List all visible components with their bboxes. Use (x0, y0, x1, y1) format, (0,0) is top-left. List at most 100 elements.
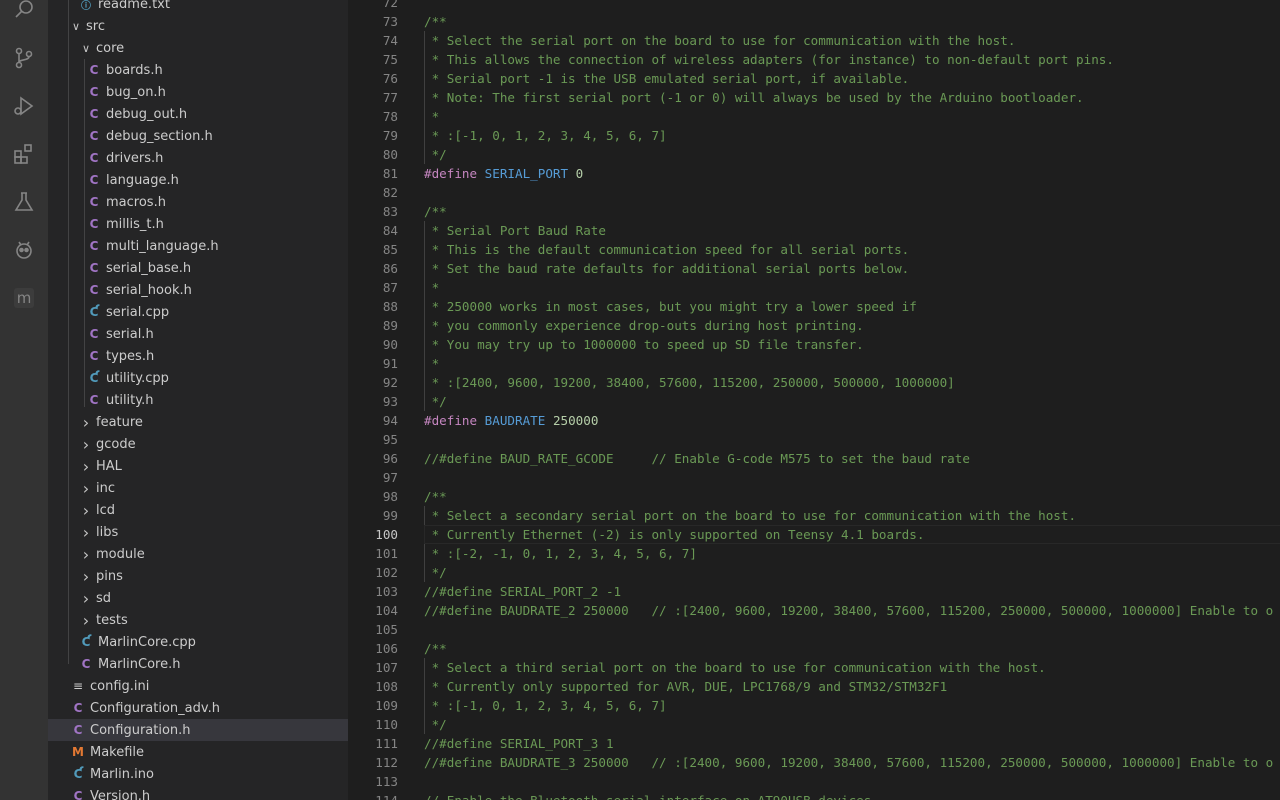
explorer-folder[interactable]: ∨ core (48, 37, 348, 59)
code-line[interactable]: 91 * (348, 354, 1280, 373)
explorer-file[interactable]: Ƈutility.cpp (48, 367, 348, 389)
explorer-file[interactable]: C Configuration.h (48, 719, 348, 741)
explorer-file[interactable]: Ƈserial.cpp (48, 301, 348, 323)
code-line[interactable]: 104 //#define BAUDRATE_2 250000 // :[2400… (348, 601, 1280, 620)
search-icon[interactable] (0, 0, 48, 34)
code-line[interactable]: 72 (348, 0, 1280, 12)
code-line[interactable]: 92 * :[2400, 9600, 19200, 38400, 57600, … (348, 373, 1280, 392)
code-line[interactable]: 106 /** (348, 639, 1280, 658)
code-line[interactable]: 103 //#define SERIAL_PORT_2 -1 (348, 582, 1280, 601)
explorer-file[interactable]: Cdebug_section.h (48, 125, 348, 147)
code-line[interactable]: 90 * You may try up to 1000000 to speed … (348, 335, 1280, 354)
code-line[interactable]: 99 * Select a secondary serial port on t… (348, 506, 1280, 525)
explorer-file[interactable]: Clanguage.h (48, 169, 348, 191)
code-line[interactable]: 80 */ (348, 145, 1280, 164)
code-line[interactable]: 94 #define BAUDRATE 250000 (348, 411, 1280, 430)
explorer-file[interactable]: Ƈ MarlinCore.cpp (48, 631, 348, 653)
code-line[interactable]: 112 //#define BAUDRATE_3 250000 // :[2400… (348, 753, 1280, 772)
comment-token: // Enable the Bluetooth serial interface… (424, 793, 871, 800)
explorer-folder[interactable]: ∨ src (48, 15, 348, 37)
explorer-folder[interactable]: › module (48, 543, 348, 565)
code-line[interactable]: 75 * This allows the connection of wirel… (348, 50, 1280, 69)
explorer-file[interactable]: Ƈ Marlin.ino (48, 763, 348, 785)
marlin-icon[interactable]: m (0, 274, 48, 322)
explorer-folder[interactable]: › libs (48, 521, 348, 543)
code-line[interactable]: 93 */ (348, 392, 1280, 411)
explorer-folder[interactable]: › pins (48, 565, 348, 587)
code-line[interactable]: 108 * Currently only supported for AVR, … (348, 677, 1280, 696)
code-line[interactable]: 84 * Serial Port Baud Rate (348, 221, 1280, 240)
explorer-item-label: feature (96, 414, 143, 430)
explorer-file[interactable]: Cmulti_language.h (48, 235, 348, 257)
code-line[interactable]: 89 * you commonly experience drop-outs d… (348, 316, 1280, 335)
code-line[interactable]: 76 * Serial port -1 is the USB emulated … (348, 69, 1280, 88)
explorer-file[interactable]: Cdrivers.h (48, 147, 348, 169)
code-line[interactable]: 111 //#define SERIAL_PORT_3 1 (348, 734, 1280, 753)
source-control-icon[interactable] (0, 34, 48, 82)
code-line[interactable]: 96 //#define BAUD_RATE_GCODE // Enable G-… (348, 449, 1280, 468)
explorer-file[interactable]: Cserial.h (48, 323, 348, 345)
explorer-file[interactable]: Cdebug_out.h (48, 103, 348, 125)
code-line[interactable]: 97 (348, 468, 1280, 487)
chevron-right-icon: › (82, 522, 90, 542)
code-line[interactable]: 82 (348, 183, 1280, 202)
code-line[interactable]: 113 (348, 772, 1280, 791)
code-line[interactable]: 95 (348, 430, 1280, 449)
explorer-folder[interactable]: › gcode (48, 433, 348, 455)
explorer-folder[interactable]: › tests (48, 609, 348, 631)
code-line[interactable]: 81 #define SERIAL_PORT 0 (348, 164, 1280, 183)
explorer-tree: ⓘ readme.txt ∨ src ∨ core Cboards.h Cbug_on.h Cd… (48, 0, 348, 800)
explorer-item-label: HAL (96, 458, 122, 474)
keyword-token: #define (424, 413, 478, 428)
explorer-file[interactable]: Ctypes.h (48, 345, 348, 367)
code-line[interactable]: 102 */ (348, 563, 1280, 582)
explorer-file[interactable]: Cmacros.h (48, 191, 348, 213)
line-number: 82 (382, 185, 398, 200)
code-line[interactable]: 85 * This is the default communication s… (348, 240, 1280, 259)
explorer-file[interactable]: Cboards.h (48, 59, 348, 81)
explorer-file[interactable]: C MarlinCore.h (48, 653, 348, 675)
code-line[interactable]: 98 /** (348, 487, 1280, 506)
explorer-file[interactable]: ≡ config.ini (48, 675, 348, 697)
chevron-down-icon: ∨ (81, 41, 91, 55)
code-line[interactable]: 101 * :[-2, -1, 0, 1, 2, 3, 4, 5, 6, 7] (348, 544, 1280, 563)
testing-icon[interactable] (0, 178, 48, 226)
explorer-folder[interactable]: › lcd (48, 499, 348, 521)
run-debug-icon[interactable] (0, 82, 48, 130)
code-line[interactable]: 109 * :[-1, 0, 1, 2, 3, 4, 5, 6, 7] (348, 696, 1280, 715)
explorer-file[interactable]: Cutility.h (48, 389, 348, 411)
code-line[interactable]: 110 */ (348, 715, 1280, 734)
code-line[interactable]: 79 * :[-1, 0, 1, 2, 3, 4, 5, 6, 7] (348, 126, 1280, 145)
code-line[interactable]: 77 * Note: The first serial port (-1 or … (348, 88, 1280, 107)
explorer-folder[interactable]: › inc (48, 477, 348, 499)
code-line[interactable]: 86 * Set the baud rate defaults for addi… (348, 259, 1280, 278)
extensions-icon[interactable] (0, 130, 48, 178)
explorer-file[interactable]: Cserial_base.h (48, 257, 348, 279)
explorer-file[interactable]: Cserial_hook.h (48, 279, 348, 301)
code-line[interactable]: 74 * Select the serial port on the board… (348, 31, 1280, 50)
code-line[interactable]: 100 * Currently Ethernet (-2) is only su… (348, 525, 1280, 544)
explorer-folder[interactable]: › feature (48, 411, 348, 433)
platformio-icon[interactable] (0, 226, 48, 274)
code-editor[interactable]: 72 73 /** 74 * Select the serial port on th… (348, 0, 1280, 800)
c-file-icon: C (89, 63, 99, 77)
code-line[interactable]: 105 (348, 620, 1280, 639)
explorer-file[interactable]: Cbug_on.h (48, 81, 348, 103)
code-text: //#define SERIAL_PORT_2 -1 (424, 582, 621, 601)
code-line[interactable]: 87 * (348, 278, 1280, 297)
explorer-file[interactable]: C Configuration_adv.h (48, 697, 348, 719)
explorer-folder[interactable]: › sd (48, 587, 348, 609)
explorer-file[interactable]: C Version.h (48, 785, 348, 800)
explorer-folder[interactable]: › HAL (48, 455, 348, 477)
code-line[interactable]: 114 // Enable the Bluetooth serial interf… (348, 791, 1280, 800)
explorer-file[interactable]: Cmillis_t.h (48, 213, 348, 235)
code-line[interactable]: 88 * 250000 works in most cases, but you… (348, 297, 1280, 316)
explorer-file[interactable]: ⓘ readme.txt (48, 0, 348, 15)
comment-token: * Set the baud rate defaults for additio… (424, 261, 910, 276)
code-line[interactable]: 78 * (348, 107, 1280, 126)
code-line[interactable]: 73 /** (348, 12, 1280, 31)
code-line[interactable]: 83 /** (348, 202, 1280, 221)
c-file-icon: C (89, 217, 99, 231)
explorer-file[interactable]: M Makefile (48, 741, 348, 763)
code-line[interactable]: 107 * Select a third serial port on the … (348, 658, 1280, 677)
